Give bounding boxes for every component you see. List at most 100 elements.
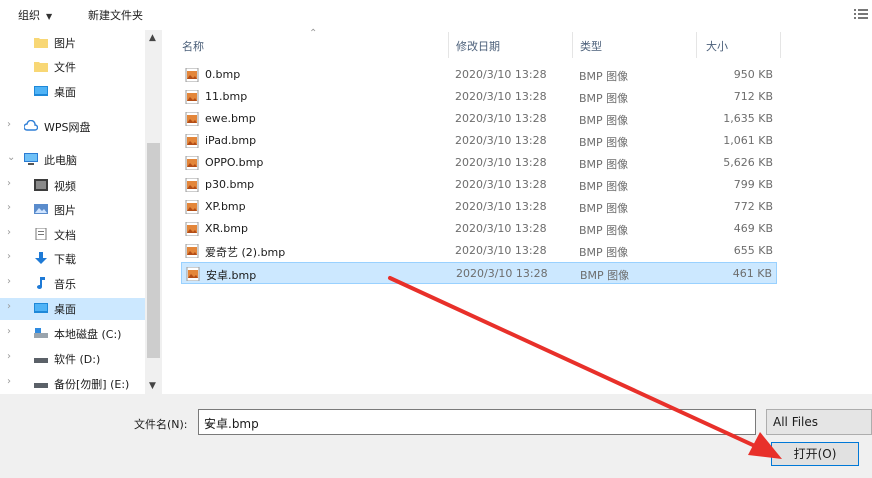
- documents-icon: [35, 228, 47, 240]
- nav-item-documents[interactable]: › 文档: [0, 224, 145, 246]
- file-row[interactable]: 爱奇艺 (2).bmp 2020/3/10 13:28 BMP 图像 655 KB: [181, 240, 777, 262]
- desktop-icon: [34, 303, 48, 313]
- column-divider[interactable]: [448, 32, 449, 58]
- nav-item-downloads[interactable]: › 下载: [0, 248, 145, 270]
- nav-item-drive-d[interactable]: › 软件 (D:): [0, 348, 145, 370]
- nav-item-music[interactable]: › 音乐: [0, 273, 145, 295]
- file-size: 772 KB: [733, 200, 773, 213]
- new-folder-button[interactable]: 新建文件夹: [88, 7, 143, 23]
- chevron-right-icon[interactable]: ›: [7, 227, 11, 238]
- file-type: BMP 图像: [579, 246, 629, 259]
- column-header-type[interactable]: 类型: [580, 38, 602, 54]
- chevron-up-icon[interactable]: ▲: [149, 33, 156, 43]
- chevron-down-icon[interactable]: ⌄: [204, 415, 750, 429]
- file-name: XP.bmp: [205, 200, 246, 213]
- desktop-icon: [34, 86, 48, 96]
- nav-item-label: 文件: [54, 61, 76, 74]
- file-size: 469 KB: [733, 222, 773, 235]
- nav-item-label: 视频: [54, 180, 76, 193]
- filename-input[interactable]: 安卓.bmp ⌄: [198, 409, 756, 435]
- nav-item-desktop-quick[interactable]: 桌面: [0, 81, 145, 103]
- file-date: 2020/3/10 13:28: [455, 200, 547, 213]
- organize-menu-button[interactable]: 组织 ▼: [18, 7, 52, 23]
- nav-item-label: 此电脑: [44, 154, 77, 167]
- nav-item-label: 文档: [54, 229, 76, 242]
- file-name: OPPO.bmp: [205, 156, 264, 169]
- file-row[interactable]: iPad.bmp 2020/3/10 13:28 BMP 图像 1,061 KB: [181, 130, 777, 152]
- chevron-right-icon[interactable]: ›: [7, 301, 11, 312]
- navigation-pane: 图片 文件 桌面 › WPS网盘 ⌄ 此电脑 › 视频 › 图片 › 文档 › …: [0, 30, 145, 394]
- file-date: 2020/3/10 13:28: [455, 222, 547, 235]
- file-type: BMP 图像: [579, 136, 629, 149]
- nav-item-videos[interactable]: › 视频: [0, 175, 145, 197]
- scrollbar-thumb[interactable]: [147, 143, 160, 358]
- file-row[interactable]: OPPO.bmp 2020/3/10 13:28 BMP 图像 5,626 KB: [181, 152, 777, 174]
- column-header-name[interactable]: 名称: [182, 38, 204, 54]
- chevron-down-icon[interactable]: ▼: [149, 381, 156, 391]
- file-name: XR.bmp: [205, 222, 248, 235]
- column-divider[interactable]: [780, 32, 781, 58]
- nav-item-drive-e[interactable]: › 备份[勿删] (E:): [0, 373, 145, 394]
- file-row[interactable]: XR.bmp 2020/3/10 13:28 BMP 图像 469 KB: [181, 218, 777, 240]
- open-button[interactable]: 打开(O): [771, 442, 859, 466]
- organize-label: 组织: [18, 9, 40, 22]
- file-name: 0.bmp: [205, 68, 241, 81]
- column-divider[interactable]: [572, 32, 573, 58]
- file-name: p30.bmp: [205, 178, 255, 191]
- nav-item-pictures-quick[interactable]: 图片: [0, 32, 145, 54]
- nav-item-files[interactable]: 文件: [0, 56, 145, 78]
- file-size: 1,635 KB: [723, 112, 773, 125]
- file-type: BMP 图像: [579, 114, 629, 127]
- video-icon: [34, 179, 48, 191]
- bmp-file-icon: [185, 90, 199, 104]
- navigation-scrollbar[interactable]: ▲ ▼: [145, 30, 162, 394]
- file-type: BMP 图像: [580, 269, 630, 282]
- nav-item-label: 音乐: [54, 278, 76, 291]
- music-icon: [37, 277, 45, 289]
- file-row[interactable]: p30.bmp 2020/3/10 13:28 BMP 图像 799 KB: [181, 174, 777, 196]
- file-size: 799 KB: [733, 178, 773, 191]
- cloud-icon: [24, 120, 38, 131]
- bmp-file-icon: [185, 112, 199, 126]
- nav-item-pictures[interactable]: › 图片: [0, 199, 145, 221]
- file-date: 2020/3/10 13:28: [455, 244, 547, 257]
- file-date: 2020/3/10 13:28: [455, 134, 547, 147]
- bmp-file-icon: [185, 200, 199, 214]
- file-size: 461 KB: [732, 267, 772, 280]
- drive-icon: [34, 328, 48, 338]
- chevron-right-icon[interactable]: ›: [7, 251, 11, 262]
- file-row[interactable]: XP.bmp 2020/3/10 13:28 BMP 图像 772 KB: [181, 196, 777, 218]
- file-row[interactable]: 11.bmp 2020/3/10 13:28 BMP 图像 712 KB: [181, 86, 777, 108]
- chevron-right-icon[interactable]: ›: [7, 326, 11, 337]
- file-type-filter[interactable]: All Files: [766, 409, 872, 435]
- caret-down-icon: ▼: [46, 12, 53, 21]
- nav-item-wps-cloud[interactable]: › WPS网盘: [0, 116, 145, 138]
- column-header-size[interactable]: 大小: [706, 38, 728, 54]
- computer-icon: [24, 153, 38, 165]
- file-name: iPad.bmp: [205, 134, 257, 147]
- nav-item-drive-c[interactable]: › 本地磁盘 (C:): [0, 323, 145, 345]
- file-row[interactable]: 0.bmp 2020/3/10 13:28 BMP 图像 950 KB: [181, 64, 777, 86]
- chevron-right-icon[interactable]: ›: [7, 351, 11, 362]
- chevron-right-icon[interactable]: ›: [7, 276, 11, 287]
- pictures-icon: [34, 204, 48, 214]
- chevron-right-icon[interactable]: ›: [7, 178, 11, 189]
- file-date: 2020/3/10 13:28: [456, 267, 548, 280]
- file-row[interactable]: 安卓.bmp 2020/3/10 13:28 BMP 图像 461 KB: [181, 262, 777, 284]
- nav-item-desktop[interactable]: › 桌面: [0, 298, 145, 320]
- file-name: ewe.bmp: [205, 112, 256, 125]
- chevron-down-icon[interactable]: ⌄: [7, 152, 15, 163]
- chevron-right-icon[interactable]: ›: [7, 119, 11, 130]
- drive-icon: [34, 383, 48, 388]
- file-row[interactable]: ewe.bmp 2020/3/10 13:28 BMP 图像 1,635 KB: [181, 108, 777, 130]
- file-type: BMP 图像: [579, 158, 629, 171]
- folder-icon: [34, 62, 48, 72]
- chevron-right-icon[interactable]: ›: [7, 376, 11, 387]
- chevron-right-icon[interactable]: ›: [7, 202, 11, 213]
- view-options-icon[interactable]: [854, 8, 868, 20]
- nav-item-label: 桌面: [54, 303, 76, 316]
- column-divider[interactable]: [696, 32, 697, 58]
- file-size: 5,626 KB: [723, 156, 773, 169]
- nav-item-this-pc[interactable]: ⌄ 此电脑: [0, 149, 145, 171]
- column-header-date[interactable]: 修改日期: [456, 38, 500, 54]
